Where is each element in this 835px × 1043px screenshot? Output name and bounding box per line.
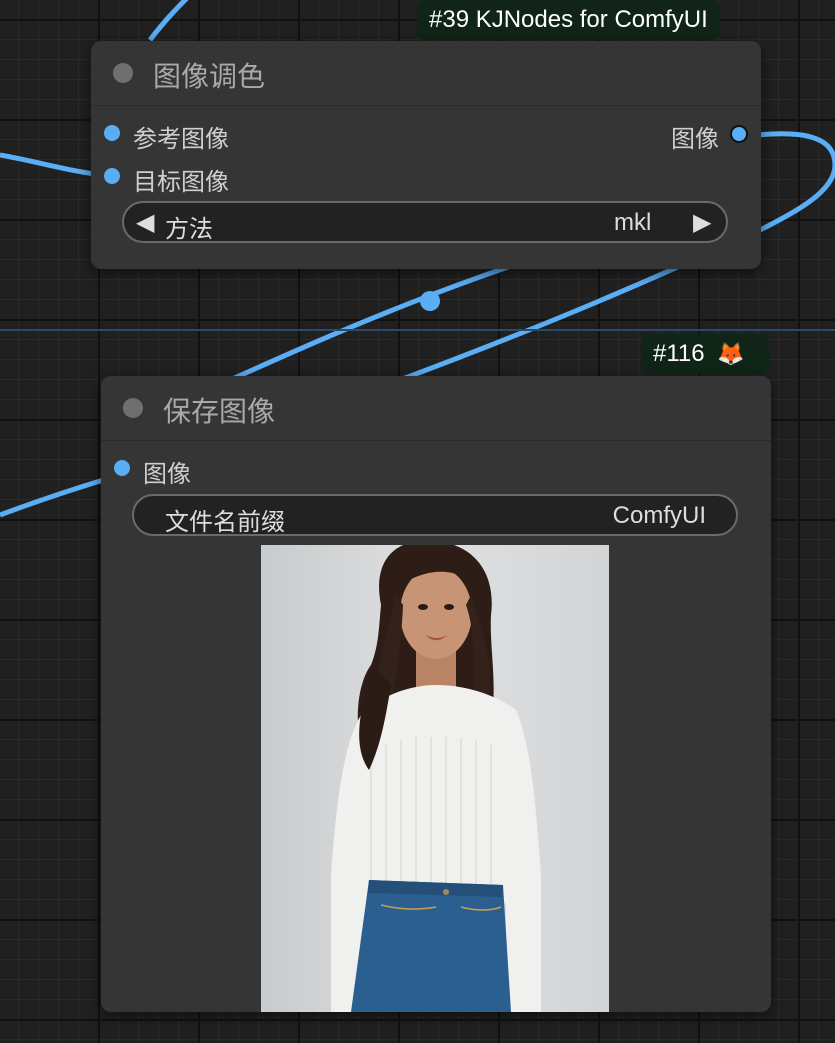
method-label: 方法 <box>165 216 213 243</box>
filename-prefix-value: ComfyUI <box>612 502 706 529</box>
node-title: 图像调色 <box>153 61 266 92</box>
output-label-image: 图像 <box>671 126 719 153</box>
filename-prefix-label: 文件名前缀 <box>165 509 285 536</box>
input-label-reference: 参考图像 <box>133 126 229 153</box>
filename-prefix-widget[interactable]: 文件名前缀 ComfyUI <box>132 494 738 536</box>
increment-arrow-icon[interactable]: ▶ <box>693 208 711 237</box>
method-combo-widget[interactable]: ◀ 方法 mkl ▶ <box>122 201 728 243</box>
decrement-arrow-icon[interactable]: ◀ <box>136 208 154 237</box>
node-header[interactable]: 保存图像 <box>101 376 771 441</box>
node-id-badge-116: #116 🦊 <box>641 334 769 374</box>
input-slot-dot-target[interactable] <box>104 168 120 184</box>
collapse-toggle[interactable] <box>113 63 133 83</box>
input-slot-dot-image[interactable] <box>114 460 130 476</box>
collapse-toggle[interactable] <box>123 398 143 418</box>
image-preview <box>261 545 609 1012</box>
woman-photo-illustration <box>261 545 609 1012</box>
input-label-image: 图像 <box>143 461 191 488</box>
node-title: 保存图像 <box>163 396 276 427</box>
output-slot-dot-image[interactable] <box>730 125 748 143</box>
method-value: mkl <box>614 209 652 236</box>
color-match-node[interactable]: 图像调色 参考图像 图像 目标图像 ◀ 方法 mkl ▶ <box>91 41 761 269</box>
node-id-text-116: #116 <box>653 340 705 367</box>
wire-top-left <box>148 0 189 42</box>
node-id-text: #39 KJNodes for ComfyUI <box>429 6 708 33</box>
fox-emoji-icon: 🦊 <box>717 341 745 366</box>
input-label-target: 目标图像 <box>133 169 229 196</box>
node-id-badge: #39 KJNodes for ComfyUI <box>417 0 720 40</box>
wire-output-loop <box>747 131 835 233</box>
reroute-dot <box>420 291 440 311</box>
node-header[interactable]: 图像调色 <box>91 41 761 106</box>
input-slot-dot-reference[interactable] <box>104 125 120 141</box>
wire-save-in <box>0 475 111 518</box>
